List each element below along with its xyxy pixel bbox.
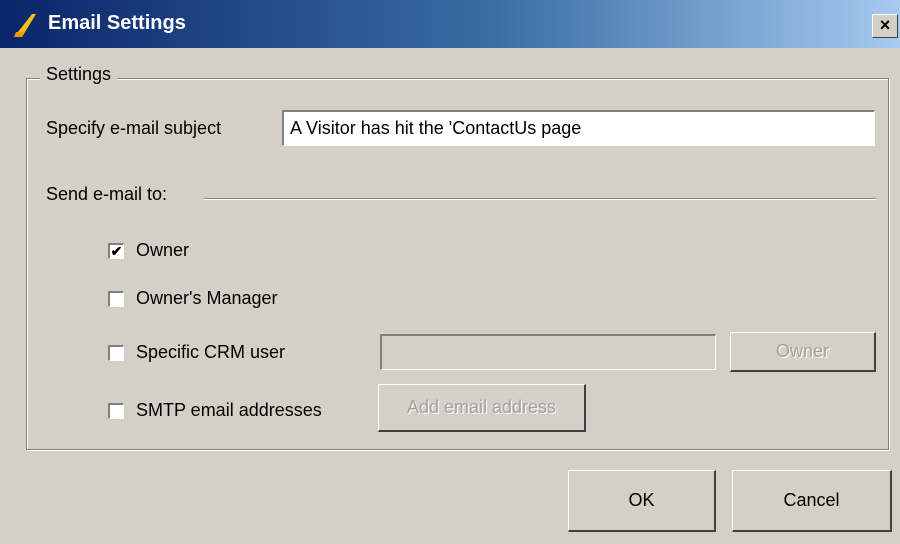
owners-manager-label: Owner's Manager — [136, 288, 278, 308]
owner-lookup-button: Owner — [730, 332, 876, 372]
send-to-label: Send e-mail to: — [46, 184, 168, 204]
owners-manager-checkbox[interactable] — [108, 290, 124, 307]
owners-manager-option[interactable]: Owner's Manager — [108, 288, 278, 309]
close-button[interactable]: × — [872, 14, 898, 38]
specific-crm-user-option[interactable]: Specific CRM user — [108, 342, 285, 363]
email-settings-dialog: Email Settings × Settings Specify e-mail… — [0, 0, 900, 544]
settings-group-label: Settings — [40, 64, 118, 85]
specific-crm-user-label: Specific CRM user — [136, 342, 286, 362]
owner-checkbox[interactable]: ✔ — [108, 242, 124, 259]
app-icon — [14, 14, 36, 37]
smtp-option[interactable]: SMTP email addresses — [108, 400, 322, 421]
window-title: Email Settings — [48, 12, 186, 34]
owner-option[interactable]: ✔ Owner — [108, 240, 189, 261]
owner-label: Owner — [136, 240, 190, 260]
title-bar[interactable]: Email Settings × — [0, 0, 900, 48]
crm-user-input — [380, 334, 716, 370]
ok-button[interactable]: OK — [568, 470, 716, 532]
smtp-checkbox[interactable] — [108, 402, 124, 419]
specific-crm-user-checkbox[interactable] — [108, 344, 124, 361]
cancel-button[interactable]: Cancel — [732, 470, 892, 532]
subject-input[interactable] — [282, 110, 875, 146]
smtp-label: SMTP email addresses — [136, 400, 322, 420]
subject-label: Specify e-mail subject — [46, 118, 222, 138]
send-to-separator — [204, 198, 876, 200]
add-email-address-button: Add email address — [378, 384, 586, 432]
